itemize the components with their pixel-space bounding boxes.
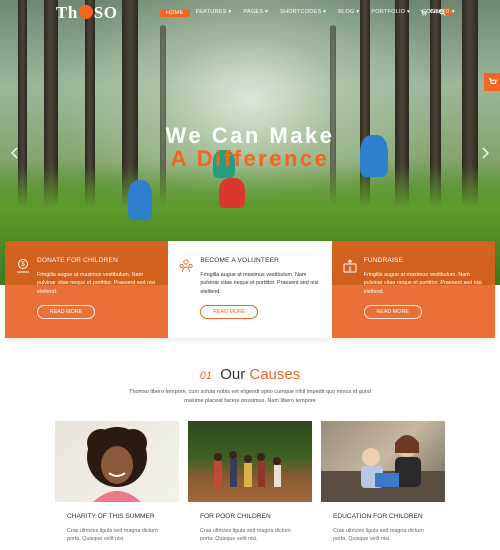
- fundraise-icon: $: [343, 259, 357, 273]
- cause-text: Cras ultricies ligula sed magna dictum p…: [333, 528, 424, 543]
- site-logo[interactable]: Th SO: [56, 3, 117, 23]
- child-figure: [128, 180, 152, 220]
- section-title-highlight: Causes: [249, 366, 301, 383]
- child-figure: [219, 178, 245, 208]
- search-icon[interactable]: [439, 9, 446, 16]
- cause-card[interactable]: FOR POOR CHILDREN Cras ultricies ligula …: [188, 421, 312, 544]
- causes-list: CHARITY OF THIS SUMMER Cras ultricies li…: [55, 421, 445, 544]
- nav-item-home[interactable]: HOME: [160, 9, 190, 17]
- top-navigation: Th SO HOME FEATURES ▾ PAGES ▾ SHORTCODES …: [0, 0, 500, 28]
- cause-image-family-reading[interactable]: [321, 421, 445, 502]
- side-cart-tab[interactable]: [484, 73, 500, 91]
- card-volunteer: BECOME A VOLUNTEER Fringilla augue at ma…: [168, 241, 332, 338]
- nav-item-portfolio[interactable]: PORTFOLIO ▾: [365, 9, 416, 17]
- volunteer-icon: [179, 259, 193, 273]
- main-menu: HOME FEATURES ▾ PAGES ▾ SHORTCODES ▾ BLO…: [160, 9, 461, 17]
- nav-item-blog[interactable]: BLOG ▾: [332, 9, 365, 17]
- read-more-button[interactable]: READ MORE: [37, 305, 95, 319]
- cart-button[interactable]: Cart 0: [420, 8, 452, 16]
- section-title-word: Our: [220, 366, 246, 383]
- card-title: BECOME A VOLUNTEER: [200, 257, 280, 264]
- cause-title: EDUCATION FOR CHILDREN: [333, 513, 423, 520]
- card-title: DONATE FOR CHILDREN: [37, 257, 118, 264]
- girl-photo: [87, 427, 147, 502]
- logo-circle-icon: [78, 5, 93, 19]
- read-more-button[interactable]: READ MORE: [363, 305, 422, 319]
- card-fundraise: $ FUNDRAISE Fringilla augue at maximus v…: [331, 241, 495, 338]
- feature-cards: $ DONATE FOR CHILDREN Fringilla augue at…: [5, 241, 495, 338]
- slider-prev-arrow-icon[interactable]: [8, 146, 22, 160]
- svg-text:$: $: [21, 262, 25, 268]
- cart-icon: [420, 9, 427, 16]
- card-donate: $ DONATE FOR CHILDREN Fringilla augue at…: [5, 241, 169, 338]
- nav-item-features[interactable]: FEATURES ▾: [190, 9, 238, 17]
- donate-icon: $: [17, 259, 29, 273]
- card-text: Fringilla augue at maximus vestibulum. N…: [363, 272, 482, 295]
- card-text: Fringilla augue at maximus vestibulum. N…: [37, 272, 156, 295]
- svg-text:$: $: [348, 267, 351, 273]
- cause-title: FOR POOR CHILDREN: [200, 513, 271, 520]
- cause-image-children-road[interactable]: [188, 421, 312, 502]
- logo-text: Th: [56, 3, 78, 22]
- children-road-photo: [214, 451, 281, 487]
- slider-next-arrow-icon[interactable]: [478, 146, 492, 160]
- section-description: Thomso libero tempore, cum soluta nobis …: [129, 389, 371, 404]
- cause-card[interactable]: CHARITY OF THIS SUMMER Cras ultricies li…: [55, 421, 179, 544]
- read-more-button[interactable]: READ MORE: [200, 305, 259, 319]
- logo-text: SO: [93, 3, 118, 22]
- nav-item-pages[interactable]: PAGES ▾: [237, 9, 274, 17]
- card-title: FUNDRAISE: [363, 257, 404, 264]
- cause-text: Cras ultricies ligula sed magna dictum p…: [200, 528, 291, 543]
- cause-card[interactable]: EDUCATION FOR CHILDREN Cras ultricies li…: [321, 421, 445, 544]
- cause-image-girl[interactable]: [55, 421, 179, 502]
- hero-heading-line2: A Difference: [170, 146, 330, 171]
- card-text: Fringilla augue at maximus vestibulum. N…: [200, 272, 319, 295]
- nav-item-shortcodes[interactable]: SHORTCODES ▾: [274, 9, 332, 17]
- section-title: 01 Our Causes: [0, 366, 500, 383]
- family-reading-photo: [321, 435, 445, 502]
- cause-text: Cras ultricies ligula sed magna dictum p…: [67, 528, 158, 543]
- section-number: 01: [199, 370, 213, 382]
- cause-title: CHARITY OF THIS SUMMER: [67, 513, 155, 520]
- cart-icon: [488, 78, 497, 84]
